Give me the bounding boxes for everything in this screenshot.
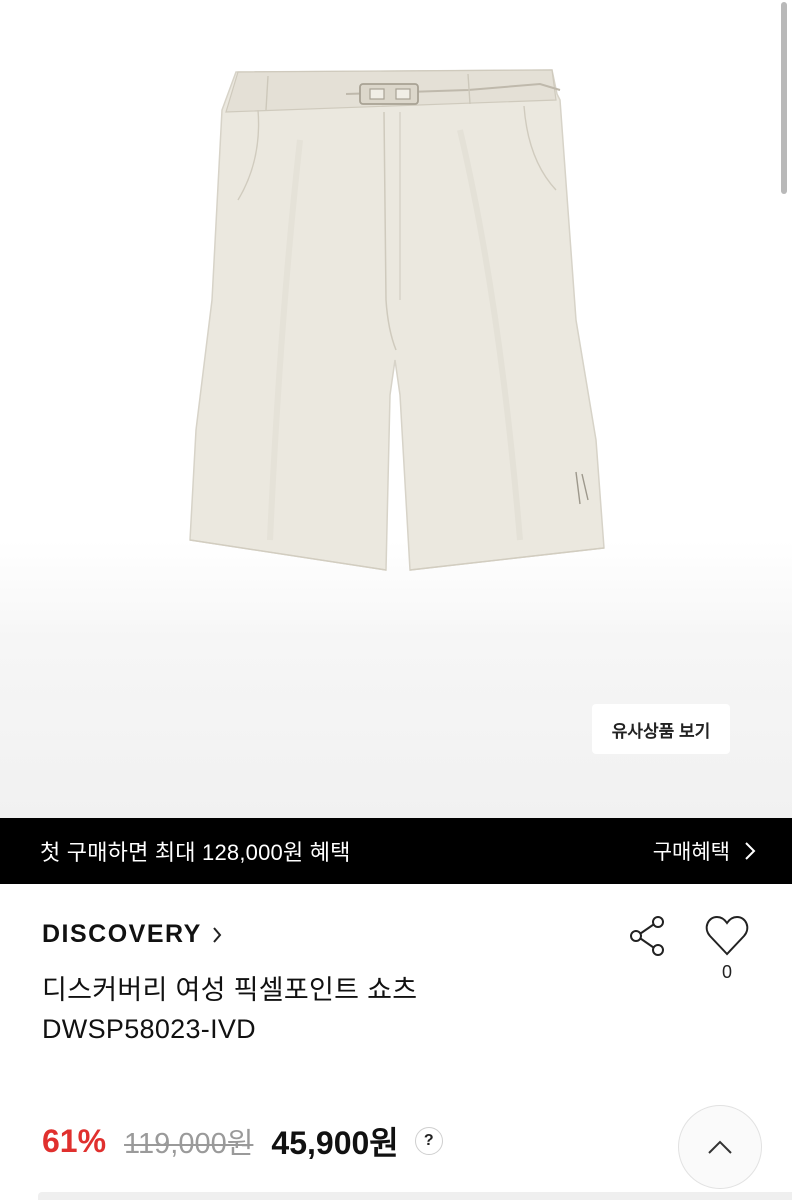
purchase-benefit-label: 구매혜택: [652, 841, 730, 864]
like-count: 0: [721, 962, 732, 982]
product-name: 디스커버리 여성 픽셀포인트 쇼츠: [42, 975, 418, 1005]
original-price: 119,000원: [124, 1128, 254, 1160]
promo-text: 첫 구매하면 최대 128,000원 혜택: [40, 840, 351, 865]
product-code: DWSP58023-IVD: [42, 1014, 256, 1044]
bottom-divider: [38, 1192, 792, 1200]
price-row: 61% 119,000원 45,900원 ?: [42, 1118, 443, 1164]
share-icon: [630, 916, 664, 956]
product-image[interactable]: [0, 0, 792, 818]
similar-products-button[interactable]: 유사상품 보기: [592, 704, 730, 754]
chevron-up-icon: [708, 1140, 732, 1154]
sale-price: 45,900원: [271, 1125, 399, 1161]
brand-name: DISCOVERY: [42, 920, 202, 948]
price-help-icon[interactable]: ?: [414, 1127, 443, 1155]
product-detail-page: 유사상품 보기 첫 구매하면 최대 128,000원 혜택 구매혜택 DISCO…: [0, 0, 792, 1200]
discount-rate: 61%: [42, 1122, 107, 1159]
purchase-benefit-link[interactable]: 구매혜택: [653, 836, 756, 866]
like-button[interactable]: [704, 914, 750, 958]
chevron-right-icon: [213, 926, 222, 943]
brand-link[interactable]: DISCOVERY: [42, 920, 222, 949]
product-image-area: 유사상품 보기: [0, 0, 792, 818]
scroll-top-button[interactable]: [678, 1105, 762, 1189]
share-button[interactable]: [626, 914, 670, 958]
chevron-right-icon: [745, 842, 756, 860]
heart-outline-icon: [705, 915, 749, 956]
promo-banner[interactable]: 첫 구매하면 최대 128,000원 혜택 구매혜택: [0, 818, 792, 884]
page-scrollbar[interactable]: [781, 2, 787, 194]
